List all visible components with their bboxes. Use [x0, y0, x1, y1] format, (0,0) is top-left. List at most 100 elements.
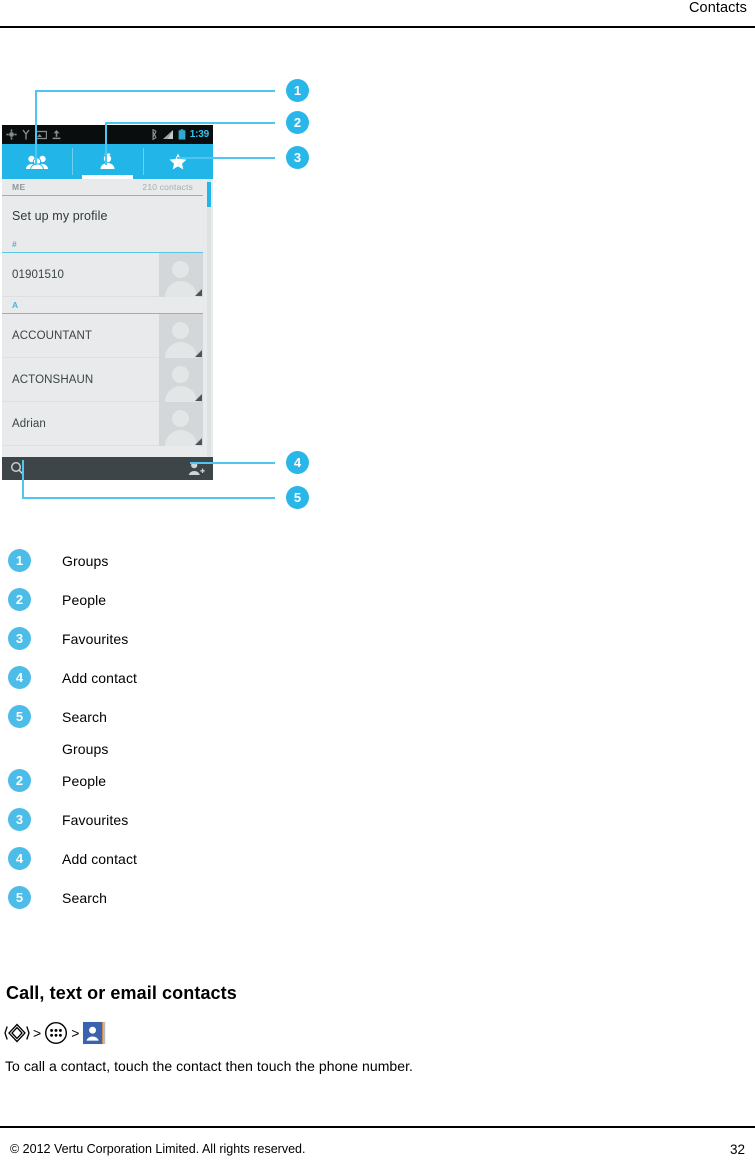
avatar-body — [165, 281, 197, 297]
avatar — [159, 314, 203, 358]
legend-badge: 4 — [8, 847, 31, 870]
breadcrumb-separator: > — [33, 1025, 42, 1041]
footer-page-number: 32 — [729, 1142, 745, 1157]
section-heading: Call, text or email contacts — [6, 983, 237, 1003]
page-title: Contacts — [688, 0, 747, 16]
screenshot-icon — [35, 130, 47, 139]
legend-badge: 2 — [8, 769, 31, 792]
figure-contacts-screen: 1:39 ME 210 contacts Set up my profile #… — [0, 60, 340, 520]
callout-badge-3: 3 — [286, 146, 309, 169]
star-icon — [169, 153, 187, 170]
list-item[interactable]: ACCOUNTANT — [2, 314, 203, 358]
status-bar-left-icons — [6, 129, 151, 140]
section-header-a: A — [2, 297, 203, 314]
contact-name: ACCOUNTANT — [12, 329, 93, 342]
legend-label: Search — [62, 889, 107, 906]
legend-item: 5 Search — [8, 697, 137, 736]
section-header-hash: # — [2, 236, 203, 253]
callout-badge-4: 4 — [286, 451, 309, 474]
footer-divider — [0, 1126, 755, 1128]
tab-groups[interactable] — [2, 144, 72, 179]
legend-item: Groups — [8, 736, 137, 761]
scrollbar-track[interactable] — [207, 179, 211, 457]
avatar-head — [172, 261, 189, 278]
legend-badge: 5 — [8, 705, 31, 728]
breadcrumb: > > — [4, 1020, 106, 1046]
legend-label: Groups — [62, 552, 109, 569]
add-contact-icon[interactable] — [188, 461, 205, 476]
upload-icon — [52, 130, 61, 140]
status-bar-right-icons: 1:39 — [151, 129, 209, 140]
contacts-app-icon[interactable] — [82, 1021, 106, 1045]
legend-label: People — [62, 591, 107, 608]
legend-item: 3 Favourites — [8, 800, 137, 839]
location-icon — [22, 129, 30, 140]
header-divider — [0, 26, 755, 28]
avatar-quick-contact-corner — [195, 350, 202, 357]
avatar-head — [172, 410, 189, 427]
section-header-me: ME 210 contacts — [2, 179, 203, 196]
legend-item: 5 Search — [8, 878, 137, 917]
signal-icon — [162, 130, 173, 139]
groups-icon — [26, 155, 49, 170]
avatar — [159, 253, 203, 297]
legend-label: Groups — [62, 740, 109, 757]
person-icon — [100, 153, 115, 169]
bluetooth-icon — [152, 129, 157, 140]
callout-badge-2: 2 — [286, 111, 309, 134]
avatar-quick-contact-corner — [195, 438, 202, 445]
legend-item: 4 Add contact — [8, 839, 137, 878]
avatar-head — [172, 322, 189, 339]
contact-name: 01901510 — [12, 268, 64, 281]
avatar-body — [165, 386, 197, 402]
tab-people[interactable] — [72, 144, 142, 179]
vertu-home-icon[interactable] — [4, 1022, 30, 1044]
legend-item: 4 Add contact — [8, 658, 137, 697]
legend-label: Search — [62, 708, 107, 725]
avatar — [159, 402, 203, 446]
legend-badge: 3 — [8, 808, 31, 831]
legend-badge: 4 — [8, 666, 31, 689]
legend-item: 3 Favourites — [8, 619, 137, 658]
contact-name: ACTONSHAUN — [12, 373, 94, 386]
contacts-count: 210 contacts — [142, 182, 193, 192]
legend-label: People — [62, 772, 107, 789]
avatar — [159, 358, 203, 402]
contact-name: Adrian — [12, 417, 46, 430]
search-icon[interactable] — [10, 461, 25, 476]
contacts-bottom-bar — [2, 457, 213, 480]
profile-row-label: Set up my profile — [12, 209, 108, 223]
legend-label: Favourites — [62, 630, 129, 647]
tab-favourites[interactable] — [142, 144, 213, 179]
list-item[interactable]: Adrian — [2, 402, 203, 446]
status-bar: 1:39 — [2, 125, 213, 144]
avatar-quick-contact-corner — [195, 394, 202, 401]
legend-badge — [8, 737, 31, 760]
legend-item: 2 People — [8, 761, 137, 800]
scrollbar-thumb[interactable] — [207, 182, 211, 207]
section-letter: # — [12, 239, 18, 249]
status-bar-clock: 1:39 — [189, 128, 209, 140]
list-item[interactable]: ACTONSHAUN — [2, 358, 203, 402]
legend-list-primary: 1 Groups 2 People 3 Favourites 4 Add con… — [8, 541, 137, 736]
section-body-text: To call a contact, touch the contact the… — [5, 1058, 413, 1074]
list-item-profile[interactable]: Set up my profile — [2, 196, 203, 236]
legend-label: Add contact — [62, 669, 138, 686]
me-label: ME — [12, 182, 26, 192]
legend-label: Favourites — [62, 811, 129, 828]
legend-badge: 1 — [8, 549, 31, 572]
footer-copyright: © 2012 Vertu Corporation Limited. All ri… — [10, 1142, 306, 1156]
legend-list-secondary: Groups 2 People 3 Favourites 4 Add conta… — [8, 736, 137, 917]
contacts-list[interactable]: ME 210 contacts Set up my profile # 0190… — [2, 179, 213, 457]
legend-item: 1 Groups — [8, 541, 137, 580]
phone-screenshot: 1:39 ME 210 contacts Set up my profile #… — [2, 125, 213, 480]
section-letter: A — [12, 300, 19, 310]
contacts-tab-bar — [2, 144, 213, 179]
apps-grid-icon[interactable] — [44, 1021, 68, 1045]
list-item[interactable]: 01901510 — [2, 253, 203, 297]
page-header: Contacts — [0, 0, 755, 24]
legend-badge: 3 — [8, 627, 31, 650]
legend-badge: 5 — [8, 886, 31, 909]
callout-badge-1: 1 — [286, 79, 309, 102]
avatar-head — [172, 366, 189, 383]
